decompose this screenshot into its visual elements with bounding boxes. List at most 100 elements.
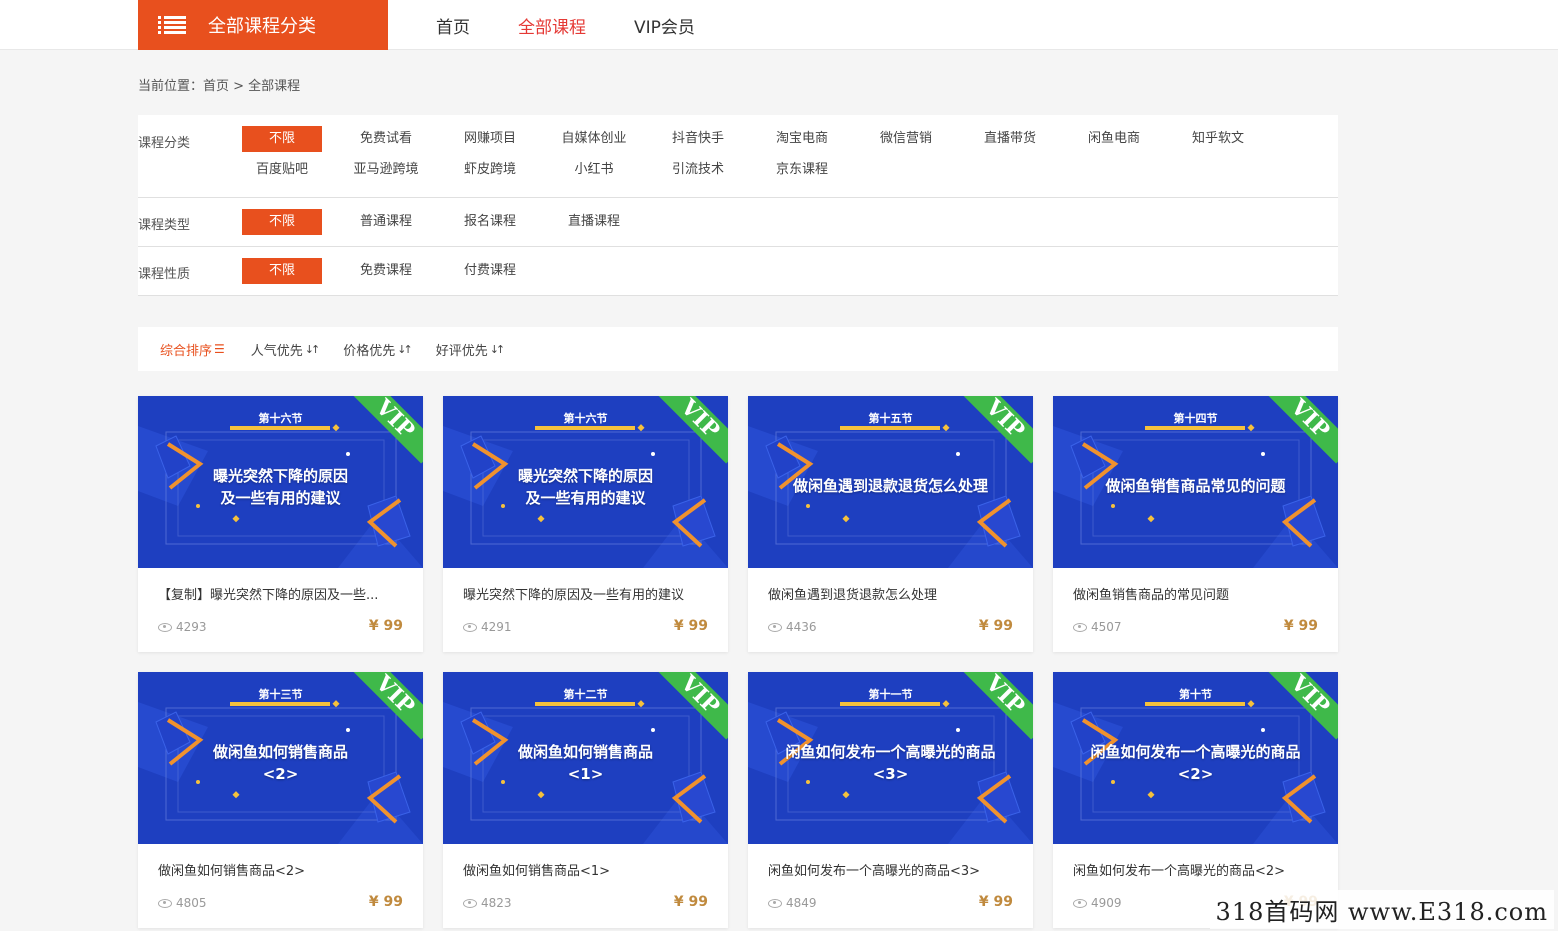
sort-arrows-icon: ↓↑ xyxy=(304,342,321,356)
course-card[interactable]: 第十六节 曝光突然下降的原因 及一些有用的建议 VIP 【复制】曝光突然下降的原… xyxy=(138,396,423,652)
course-card[interactable]: 第十四节 做闲鱼销售商品常见的问题 VIP 做闲鱼销售商品的常见问题 4507 … xyxy=(1053,396,1338,652)
view-count: 4507 xyxy=(1073,620,1122,634)
thumb-title: 做闲鱼销售商品常见的问题 xyxy=(1105,477,1286,495)
filter-option[interactable]: 自媒体创业 xyxy=(554,126,634,152)
thumb-title: 做闲鱼遇到退款退货怎么处理 xyxy=(792,477,988,495)
filter-label: 课程分类 xyxy=(138,136,191,151)
view-count-value: 4436 xyxy=(786,620,817,634)
course-title[interactable]: 做闲鱼遇到退货退款怎么处理 xyxy=(768,584,1018,603)
view-count: 4293 xyxy=(158,620,207,634)
filter-panel: 课程分类 不限 免费试看 网赚项目 自媒体创业 抖音快手 淘宝电商 微信营销 直播带货 闲鱼电商… xyxy=(138,115,1338,296)
course-title[interactable]: 做闲鱼如何销售商品<2> xyxy=(158,860,408,879)
filter-option[interactable]: 报名课程 xyxy=(450,209,530,235)
watermark: 318首码网 www.E318.com xyxy=(1209,890,1554,929)
filter-option[interactable]: 知乎软文 xyxy=(1178,126,1258,152)
course-title[interactable]: 闲鱼如何发布一个高曝光的商品<3> xyxy=(768,860,1018,879)
sort-bar: 综合排序 ☰ 人气优先 ↓↑ 价格优先 ↓↑ 好评优先 ↓↑ xyxy=(138,327,1338,371)
filter-option[interactable]: 免费课程 xyxy=(346,258,426,284)
thumb-title: 做闲鱼如何销售商品 <1> xyxy=(517,743,653,783)
filter-option[interactable]: 微信营销 xyxy=(866,126,946,152)
filter-option[interactable]: 普通课程 xyxy=(346,209,426,235)
course-title[interactable]: 【复制】曝光突然下降的原因及一些... xyxy=(158,584,408,603)
sort-rating[interactable]: 好评优先 ↓↑ xyxy=(436,340,506,359)
filter-option[interactable]: 不限 xyxy=(242,258,322,284)
eye-icon xyxy=(158,622,172,632)
filter-option[interactable]: 抖音快手 xyxy=(658,126,738,152)
top-header: 全部课程分类 首页 全部课程 VIP会员 xyxy=(0,0,1558,50)
filter-option[interactable]: 亚马逊跨境 xyxy=(346,157,426,183)
course-thumbnail[interactable]: 第十二节 做闲鱼如何销售商品 <1> VIP xyxy=(443,672,728,844)
filter-option[interactable]: 虾皮跨境 xyxy=(450,157,530,183)
menu-icon xyxy=(158,16,186,34)
course-thumbnail[interactable]: 第十五节 做闲鱼遇到退款退货怎么处理 VIP xyxy=(748,396,1033,568)
course-title[interactable]: 曝光突然下降的原因及一些有用的建议 xyxy=(463,584,713,603)
eye-icon xyxy=(158,898,172,908)
filter-option[interactable]: 付费课程 xyxy=(450,258,530,284)
course-card[interactable]: 第十六节 曝光突然下降的原因 及一些有用的建议 VIP 曝光突然下降的原因及一些… xyxy=(443,396,728,652)
view-count-value: 4805 xyxy=(176,896,207,910)
nav-all-courses[interactable]: 全部课程 xyxy=(518,13,586,38)
filter-row-type: 课程类型 不限 普通课程 报名课程 直播课程 xyxy=(138,198,1338,247)
eye-icon xyxy=(463,622,477,632)
course-thumbnail[interactable]: 第十一节 闲鱼如何发布一个高曝光的商品 <3> VIP xyxy=(748,672,1033,844)
eye-icon xyxy=(768,898,782,908)
course-thumbnail[interactable]: 第十三节 做闲鱼如何销售商品 <2> VIP xyxy=(138,672,423,844)
nav-home[interactable]: 首页 xyxy=(436,13,470,38)
course-thumbnail[interactable]: 第十六节 曝光突然下降的原因 及一些有用的建议 VIP xyxy=(138,396,423,568)
filter-options: 不限 免费试看 网赚项目 自媒体创业 抖音快手 淘宝电商 微信营销 直播带货 闲鱼电商 知乎软文百… xyxy=(242,126,1332,188)
view-count: 4436 xyxy=(768,620,817,634)
thumb-title: 闲鱼如何发布一个高曝光的商品 <3> xyxy=(785,743,996,783)
main-nav: 首页 全部课程 VIP会员 xyxy=(436,0,695,50)
course-title[interactable]: 做闲鱼如何销售商品<1> xyxy=(463,860,713,879)
filter-option[interactable]: 闲鱼电商 xyxy=(1074,126,1154,152)
course-price: ¥ 99 xyxy=(673,618,708,634)
filter-label: 课程类型 xyxy=(138,218,191,233)
view-count: 4823 xyxy=(463,896,512,910)
filter-option[interactable]: 淘宝电商 xyxy=(762,126,842,152)
course-thumbnail[interactable]: 第十六节 曝光突然下降的原因 及一些有用的建议 VIP xyxy=(443,396,728,568)
course-price: ¥ 99 xyxy=(1283,618,1318,634)
course-price: ¥ 99 xyxy=(368,618,403,634)
eye-icon xyxy=(463,898,477,908)
filter-option[interactable]: 京东课程 xyxy=(762,157,842,183)
filter-row-category: 课程分类 不限 免费试看 网赚项目 自媒体创业 抖音快手 淘宝电商 微信营销 直播带货 闲鱼电商… xyxy=(138,115,1338,198)
sort-label: 综合排序 xyxy=(160,343,213,359)
filter-option[interactable]: 小红书 xyxy=(554,157,634,183)
course-thumbnail[interactable]: 第十四节 做闲鱼销售商品常见的问题 VIP xyxy=(1053,396,1338,568)
course-thumbnail[interactable]: 第十节 闲鱼如何发布一个高曝光的商品 <2> VIP xyxy=(1053,672,1338,844)
view-count-value: 4507 xyxy=(1091,620,1122,634)
course-title[interactable]: 闲鱼如何发布一个高曝光的商品<2> xyxy=(1073,860,1323,879)
course-card[interactable]: 第十一节 闲鱼如何发布一个高曝光的商品 <3> VIP 闲鱼如何发布一个高曝光的… xyxy=(748,672,1033,928)
eye-icon xyxy=(768,622,782,632)
nav-vip[interactable]: VIP会员 xyxy=(634,13,695,38)
course-card[interactable]: 第十三节 做闲鱼如何销售商品 <2> VIP 做闲鱼如何销售商品<2> 4805… xyxy=(138,672,423,928)
thumb-title: 闲鱼如何发布一个高曝光的商品 <2> xyxy=(1090,743,1301,783)
sort-label: 人气优先 xyxy=(250,343,303,359)
eye-icon xyxy=(1073,898,1087,908)
view-count: 4909 xyxy=(1073,896,1122,910)
filter-option[interactable]: 不限 xyxy=(242,209,322,235)
course-price: ¥ 99 xyxy=(368,894,403,910)
course-card[interactable]: 第十二节 做闲鱼如何销售商品 <1> VIP 做闲鱼如何销售商品<1> 4823… xyxy=(443,672,728,928)
filter-option[interactable]: 引流技术 xyxy=(658,157,738,183)
course-card[interactable]: 第十五节 做闲鱼遇到退款退货怎么处理 VIP 做闲鱼遇到退货退款怎么处理 443… xyxy=(748,396,1033,652)
filter-option[interactable]: 免费试看 xyxy=(346,126,426,152)
category-menu-label: 全部课程分类 xyxy=(208,16,316,37)
view-count: 4849 xyxy=(768,896,817,910)
filter-options: 不限 免费课程 付费课程 xyxy=(242,258,1332,289)
sort-popularity[interactable]: 人气优先 ↓↑ xyxy=(250,340,321,359)
filter-option[interactable]: 直播课程 xyxy=(554,209,634,235)
view-count-value: 4823 xyxy=(481,896,512,910)
filter-option[interactable]: 直播带货 xyxy=(970,126,1050,152)
list-icon: ☰ xyxy=(214,342,225,356)
course-title[interactable]: 做闲鱼销售商品的常见问题 xyxy=(1073,584,1323,603)
thumb-title: 做闲鱼如何销售商品 <2> xyxy=(212,743,348,783)
sort-arrows-icon: ↓↑ xyxy=(397,342,413,356)
sort-price[interactable]: 价格优先 ↓↑ xyxy=(343,340,413,359)
sort-comprehensive[interactable]: 综合排序 ☰ xyxy=(160,340,225,359)
filter-option[interactable]: 不限 xyxy=(242,126,322,152)
course-price: ¥ 99 xyxy=(673,894,708,910)
filter-option[interactable]: 百度贴吧 xyxy=(242,157,322,183)
filter-option[interactable]: 网赚项目 xyxy=(450,126,530,152)
category-menu-button[interactable]: 全部课程分类 xyxy=(138,0,388,50)
